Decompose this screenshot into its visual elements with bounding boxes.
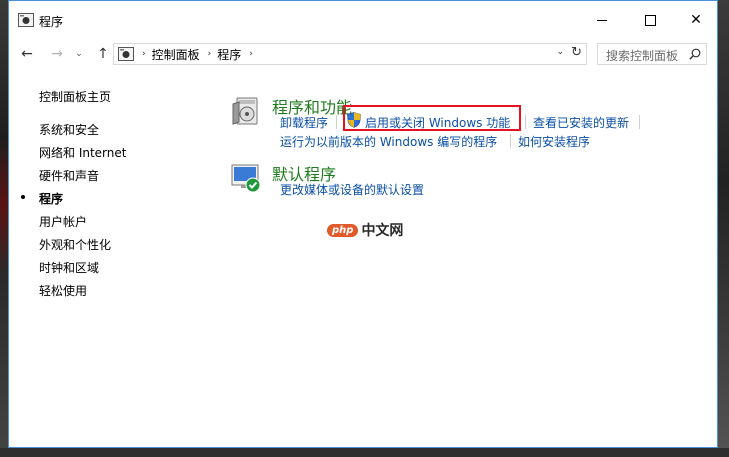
change-default-settings-link[interactable]: 更改媒体或设备的默认设置	[280, 181, 424, 198]
sidebar-item-control-panel-home[interactable]: 控制面板主页	[39, 88, 111, 105]
programs-features-section: 程序和功能 卸载程序 启用或关闭 Windows 功能 查看已安装的更新 运行为…	[231, 94, 691, 154]
navigation-bar: ← → ⌄ ↑ › 控制面板 › 程序 › ⌄ ↻ 搜索控制面板	[9, 39, 717, 69]
address-dropdown-icon[interactable]: ⌄	[556, 47, 564, 57]
up-button[interactable]: ↑	[93, 45, 113, 63]
control-panel-icon	[118, 47, 134, 61]
default-programs-icon[interactable]	[231, 161, 263, 193]
current-page-bullet-icon	[21, 195, 25, 199]
sidebar-item-hardware-sound[interactable]: 硬件和声音	[39, 167, 99, 184]
default-programs-section: 默认程序 更改媒体或设备的默认设置	[231, 161, 691, 201]
maximize-button[interactable]	[627, 1, 673, 39]
search-input[interactable]: 搜索控制面板	[597, 43, 707, 65]
uninstall-program-link[interactable]: 卸载程序	[280, 114, 328, 131]
breadcrumb-separator-icon: ›	[142, 49, 146, 59]
view-installed-updates-link[interactable]: 查看已安装的更新	[533, 114, 629, 131]
sidebar-item-network-internet[interactable]: 网络和 Internet	[39, 144, 126, 161]
refresh-icon[interactable]: ↻	[571, 45, 582, 60]
window-title: 程序	[39, 15, 64, 29]
watermark-php-badge: php	[327, 223, 359, 237]
sidebar-item-clock-region[interactable]: 时钟和区域	[39, 259, 99, 276]
how-install-program-link[interactable]: 如何安装程序	[518, 133, 590, 150]
breadcrumb-separator-icon: ›	[249, 49, 253, 59]
link-separator	[639, 115, 640, 129]
chevron-down-icon: ⌄	[75, 49, 83, 59]
breadcrumb-separator-icon: ›	[207, 49, 212, 59]
close-icon: ✕	[690, 12, 702, 28]
php-watermark: php 中文网	[327, 220, 403, 240]
sidebar-item-system-security[interactable]: 系统和安全	[39, 121, 99, 138]
arrow-up-icon: ↑	[97, 46, 109, 62]
close-button[interactable]: ✕	[673, 1, 719, 39]
breadcrumb-programs[interactable]: 程序	[217, 46, 241, 63]
link-separator	[525, 115, 526, 129]
back-button[interactable]: ←	[17, 45, 37, 63]
desktop-background-left	[0, 0, 8, 457]
link-separator	[336, 115, 337, 129]
address-bar[interactable]: › 控制面板 › 程序 › ⌄ ↻	[113, 43, 587, 65]
programs-features-icon[interactable]	[231, 94, 263, 126]
arrow-left-icon: ←	[21, 46, 33, 62]
desktop-background-bottom	[0, 448, 729, 457]
arrow-right-icon: →	[51, 46, 63, 62]
title-bar[interactable]: 程序 ✕	[9, 1, 717, 39]
forward-button[interactable]: →	[47, 45, 67, 63]
control-panel-icon	[18, 13, 34, 27]
search-icon	[689, 48, 701, 60]
recent-locations-button[interactable]: ⌄	[69, 45, 89, 63]
sidebar-item-appearance[interactable]: 外观和个性化	[39, 236, 111, 253]
highlight-box	[343, 105, 521, 131]
control-panel-window: 程序 ✕ ← → ⌄ ↑ › 控制面板 › 程序 › ⌄ ↻ 搜索控制面板 控制…	[8, 0, 718, 448]
breadcrumb-control-panel[interactable]: 控制面板	[152, 46, 200, 63]
sidebar-item-programs[interactable]: 程序	[39, 190, 63, 207]
minimize-icon	[597, 19, 607, 21]
search-placeholder: 搜索控制面板	[606, 49, 679, 63]
link-separator	[510, 134, 511, 148]
maximize-icon	[644, 14, 656, 26]
sidebar-item-user-accounts[interactable]: 用户帐户	[39, 213, 87, 230]
minimize-button[interactable]	[579, 1, 625, 39]
sidebar-item-ease-of-access[interactable]: 轻松使用	[39, 282, 87, 299]
desktop-background-right	[718, 0, 729, 457]
run-older-programs-link[interactable]: 运行为以前版本的 Windows 编写的程序	[280, 133, 497, 150]
watermark-text: 中文网	[361, 223, 404, 239]
